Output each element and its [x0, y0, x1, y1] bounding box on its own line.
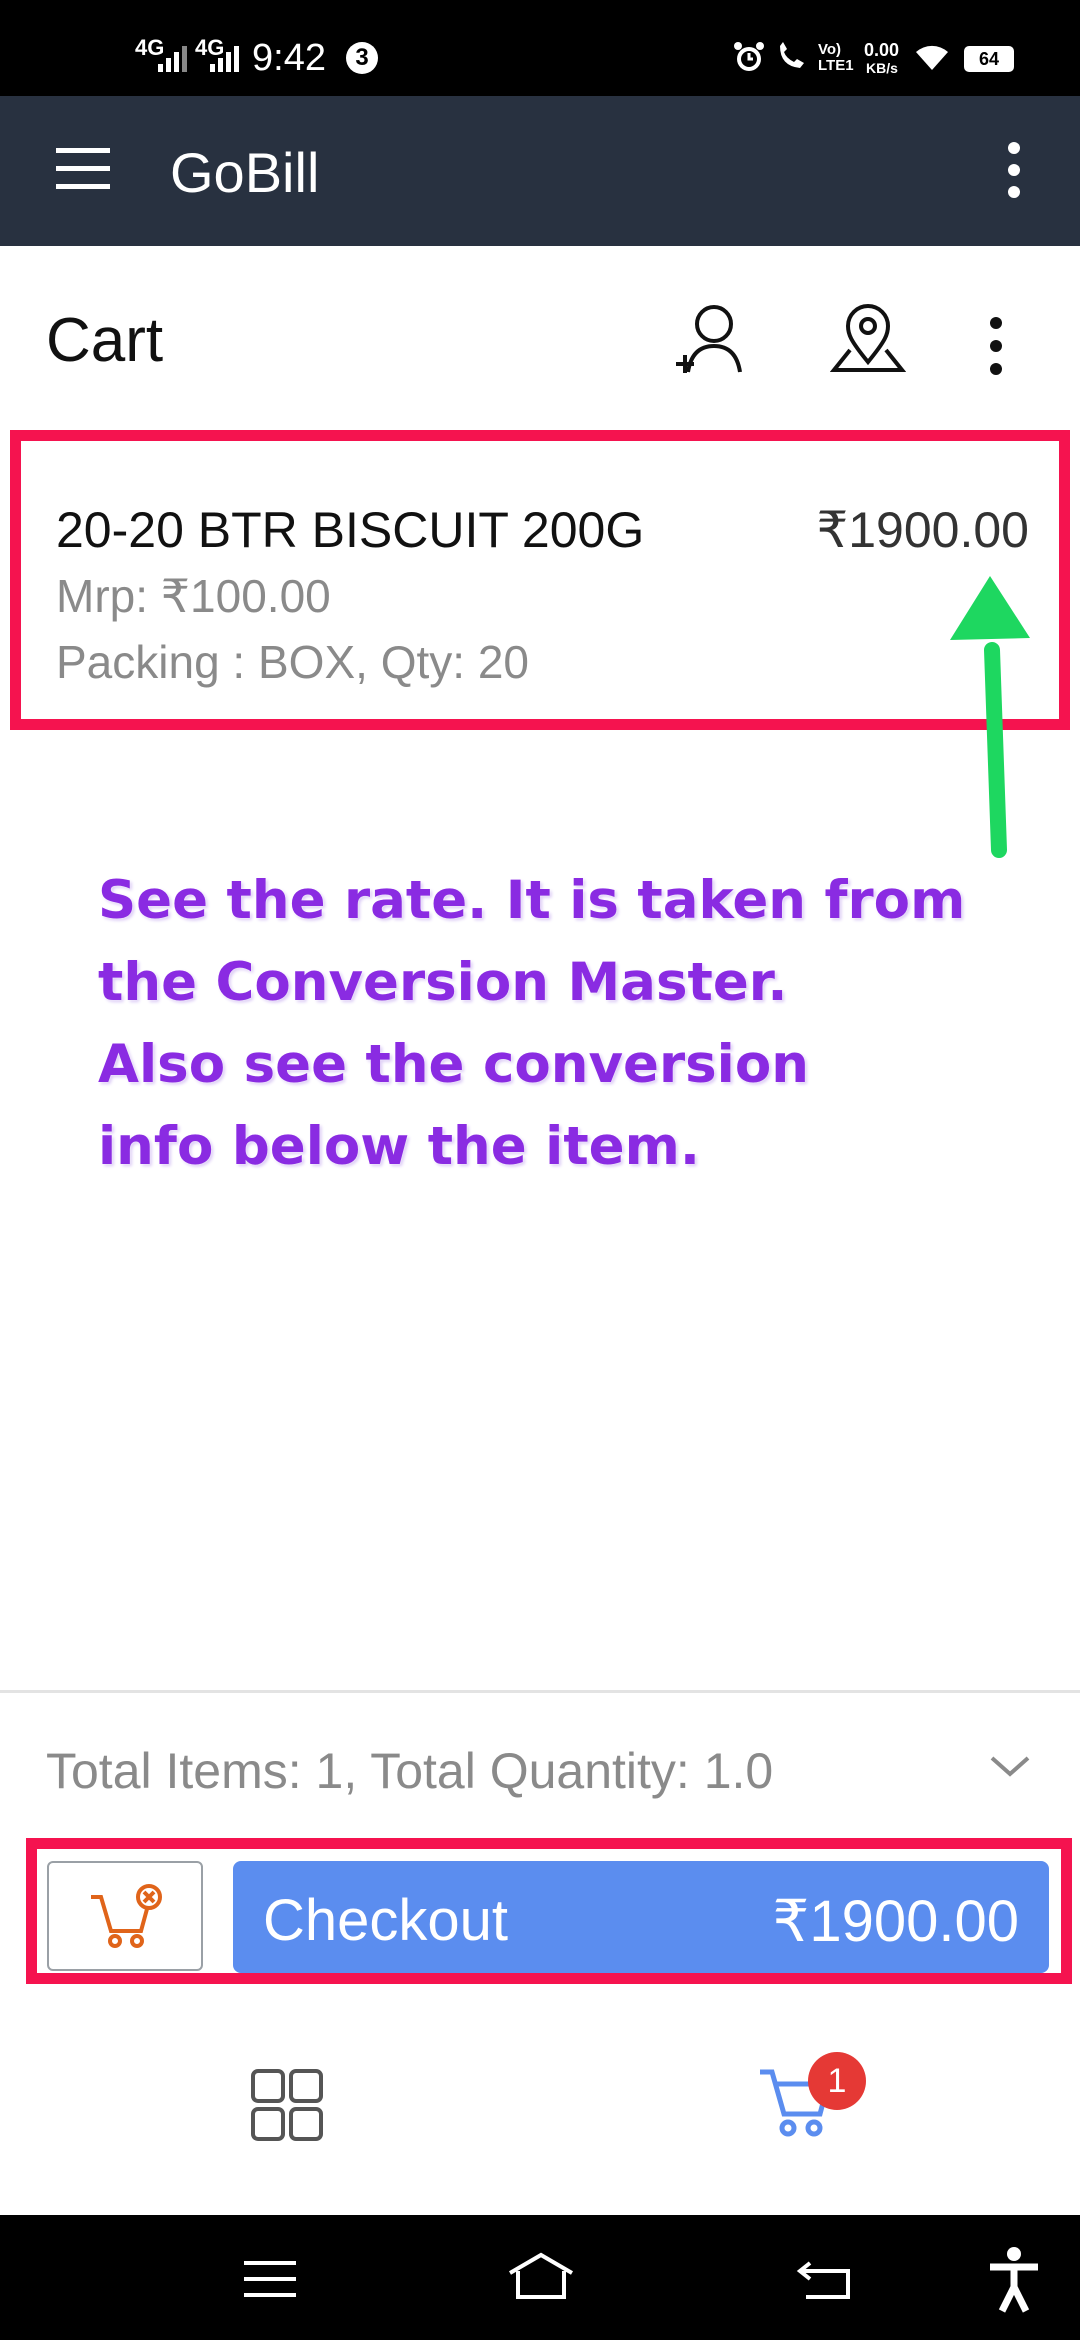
clear-cart-button[interactable]: [47, 1861, 203, 1971]
recent-apps-icon[interactable]: [244, 2259, 298, 2299]
network-speed: 0.00: [864, 40, 900, 60]
clear-cart-icon: [91, 1884, 162, 1948]
volte-indicator: Vo) LTE1: [818, 41, 854, 74]
add-customer-icon[interactable]: [672, 300, 752, 380]
alarm-icon: [734, 42, 764, 71]
system-navigation-bar: [0, 2215, 1080, 2340]
home-icon[interactable]: [506, 2251, 576, 2301]
signal-icon: [210, 46, 239, 72]
cart-item[interactable]: 20-20 BTR BISCUIT 200G ₹1900.00 Mrp: ₹10…: [10, 430, 1070, 730]
chevron-down-icon[interactable]: [988, 1752, 1032, 1780]
catalog-grid-icon[interactable]: [250, 2068, 324, 2142]
checkout-bar: Checkout ₹1900.00: [26, 1838, 1072, 1984]
checkout-label: Checkout: [263, 1888, 509, 1953]
accessibility-icon[interactable]: [984, 2247, 1044, 2313]
status-bar: 4G 4G 9:42 3 Vo) LTE1 0.00 KB/s 64: [0, 0, 1080, 96]
checkout-amount: ₹1900.00: [772, 1889, 1019, 1954]
cart-more-icon[interactable]: [988, 316, 1004, 376]
annotation-arrow: [950, 576, 1030, 858]
annotation-line: the Conversion Master.: [98, 952, 788, 1013]
app-bar: GoBill: [0, 96, 1080, 246]
back-icon[interactable]: [796, 2255, 856, 2301]
item-mrp: Mrp: ₹100.00: [56, 570, 331, 622]
item-price: ₹1900.00: [816, 502, 1029, 558]
notification-count-badge: 3: [346, 42, 378, 74]
wifi-icon: [916, 45, 948, 70]
clock: 9:42: [252, 37, 326, 79]
app-title: GoBill: [170, 141, 320, 204]
checkout-button[interactable]: Checkout ₹1900.00: [233, 1861, 1049, 1973]
hamburger-menu-icon[interactable]: [56, 146, 112, 192]
divider: [0, 1690, 1080, 1693]
cart-totals: Total Items: 1, Total Quantity: 1.0: [46, 1743, 774, 1799]
battery-icon: 64: [964, 46, 1014, 72]
cart-title: Cart: [46, 306, 164, 375]
wifi-call-icon: [780, 42, 804, 68]
annotation-text: See the rate. It is taken from the Conve…: [98, 860, 1018, 1188]
annotation-line: See the rate. It is taken from: [98, 870, 966, 931]
bottom-navigation: 1: [0, 2000, 1080, 2215]
annotation-line: info below the item.: [98, 1116, 700, 1177]
signal-icon: [158, 46, 187, 72]
item-name: 20-20 BTR BISCUIT 200G: [56, 502, 645, 558]
annotation-line: Also see the conversion: [98, 1034, 809, 1095]
network-speed-unit: KB/s: [866, 60, 898, 76]
item-packing: Packing : BOX, Qty: 20: [56, 636, 529, 688]
cart-badge: 1: [808, 2052, 866, 2110]
location-pin-icon[interactable]: [830, 300, 906, 376]
overflow-menu-icon[interactable]: [1006, 142, 1022, 198]
battery-level: 64: [978, 49, 1000, 69]
